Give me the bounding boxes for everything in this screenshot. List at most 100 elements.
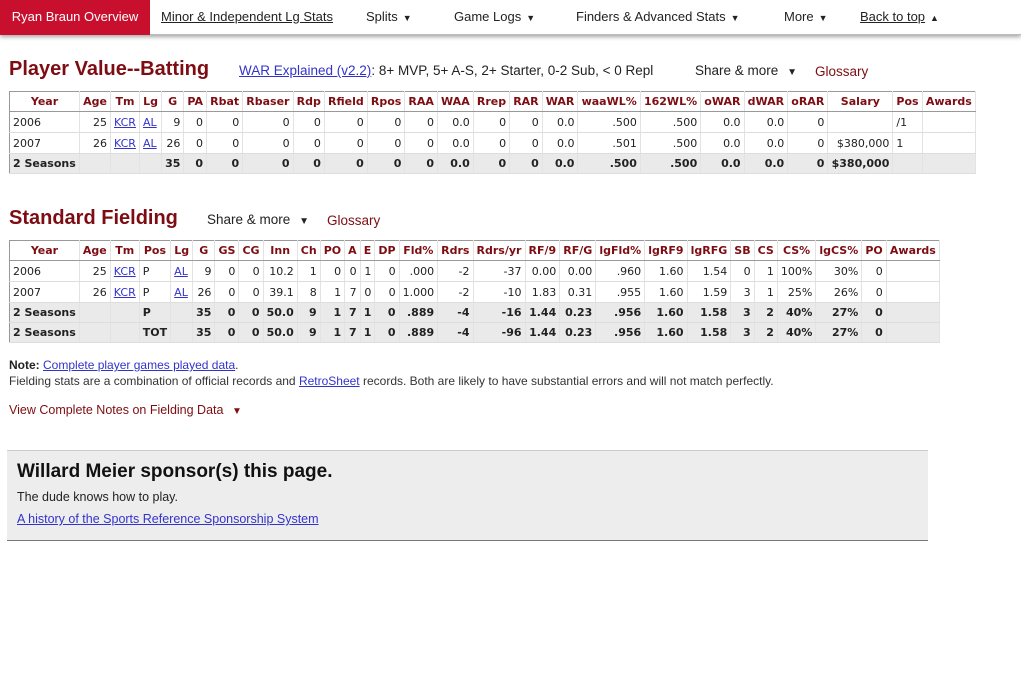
team-league-link[interactable]: KCR: [110, 281, 140, 303]
top-nav: Ryan Braun Overview Minor & Independent …: [0, 0, 1021, 35]
column-header[interactable]: GS: [214, 240, 240, 261]
note-period: .: [235, 358, 239, 372]
table-cell: 1.59: [687, 281, 732, 303]
nav-splits[interactable]: Splits ▼: [366, 0, 412, 35]
column-header[interactable]: Rbat: [206, 91, 244, 112]
column-header[interactable]: Ch: [297, 240, 321, 261]
team-league-link[interactable]: AL: [139, 132, 162, 154]
column-header[interactable]: Tm: [110, 240, 140, 261]
table-cell: 26: [79, 132, 111, 154]
table-cell: -4: [437, 322, 474, 343]
column-header[interactable]: lgFld%: [595, 240, 646, 261]
table-cell: 35: [192, 322, 216, 343]
nav-more[interactable]: More ▼: [784, 0, 828, 35]
batting-section-title: Player Value--Batting: [9, 58, 210, 80]
team-league-link[interactable]: AL: [170, 260, 194, 282]
table-cell: 0: [324, 111, 368, 133]
column-header[interactable]: Pos: [892, 91, 923, 112]
column-header[interactable]: Salary: [827, 91, 894, 112]
column-header[interactable]: 162WL%: [640, 91, 702, 112]
column-header[interactable]: RF/G: [559, 240, 597, 261]
column-header[interactable]: CS%: [777, 240, 817, 261]
column-header[interactable]: lgRF9: [644, 240, 688, 261]
nav-back-to-top[interactable]: Back to top ▲: [860, 0, 939, 35]
column-header[interactable]: dWAR: [744, 91, 789, 112]
nav-minor-league-stats[interactable]: Minor & Independent Lg Stats: [161, 0, 333, 35]
fielding-share-menu[interactable]: Share & more ▼: [207, 212, 309, 227]
column-header[interactable]: DP: [374, 240, 400, 261]
column-header[interactable]: waaWL%: [577, 91, 641, 112]
column-header[interactable]: Rbaser: [242, 91, 294, 112]
column-header[interactable]: Rdrs: [437, 240, 474, 261]
column-header[interactable]: E: [360, 240, 376, 261]
table-cell: 0: [242, 153, 294, 174]
totals-row: 2 Seasons 35 0 0 0 0 0 0 0 0.0 0 0 0.0.500.500 0.0 0.0…: [9, 153, 977, 174]
team-league-link[interactable]: KCR: [110, 132, 141, 154]
team-league-link[interactable]: AL: [139, 111, 162, 133]
batting-glossary-link[interactable]: Glossary: [815, 64, 868, 79]
column-header[interactable]: RF/9: [525, 240, 561, 261]
sponsorship-history-link[interactable]: A history of the Sports Reference Sponso…: [17, 512, 319, 526]
table-cell: 2006: [9, 260, 80, 282]
column-header[interactable]: lgRFG: [687, 240, 732, 261]
chevron-down-icon: ▼: [526, 13, 536, 23]
fielding-glossary-link[interactable]: Glossary: [327, 213, 380, 228]
column-header[interactable]: Year: [9, 240, 80, 261]
table-cell: -2: [437, 281, 474, 303]
column-header[interactable]: Year: [9, 91, 81, 112]
table-cell: [827, 111, 894, 133]
column-header[interactable]: A: [344, 240, 361, 261]
table-cell: 0: [238, 302, 264, 323]
war-explained-link[interactable]: WAR Explained (v2.2): [239, 63, 371, 78]
column-header[interactable]: SB: [730, 240, 755, 261]
column-header[interactable]: RAR: [509, 91, 543, 112]
table-cell: [892, 153, 923, 174]
column-header[interactable]: G: [192, 240, 216, 261]
table-cell: 0: [324, 153, 368, 174]
table-row: 2007 26 KCR AL 26 0 0 0 0 0 0 0 0.0 0 0 0.0.501.500 0.0 0…: [9, 132, 977, 154]
column-header[interactable]: CS: [754, 240, 778, 261]
column-header[interactable]: Rrep: [473, 91, 511, 112]
column-header[interactable]: Age: [79, 91, 111, 112]
view-fielding-notes-toggle[interactable]: View Complete Notes on Fielding Data ▼: [9, 403, 242, 417]
column-header[interactable]: Rdrs/yr: [473, 240, 526, 261]
nav-overview[interactable]: Ryan Braun Overview: [0, 0, 150, 35]
nav-finders[interactable]: Finders & Advanced Stats ▼: [576, 0, 740, 35]
table-cell: 1.60: [644, 322, 688, 343]
column-header[interactable]: Pos: [139, 240, 172, 261]
table-cell: .956: [595, 302, 646, 323]
column-header[interactable]: Fld%: [399, 240, 439, 261]
column-header[interactable]: Awards: [886, 240, 941, 261]
table-cell: 0: [206, 153, 244, 174]
column-header[interactable]: oWAR: [700, 91, 745, 112]
column-header[interactable]: PA: [183, 91, 208, 112]
column-header[interactable]: Tm: [110, 91, 141, 112]
column-header[interactable]: Lg: [170, 240, 194, 261]
column-header[interactable]: Age: [79, 240, 111, 261]
column-header[interactable]: oRAR: [787, 91, 829, 112]
column-header[interactable]: WAR: [542, 91, 579, 112]
column-header[interactable]: PO: [320, 240, 346, 261]
table-cell: 0: [509, 111, 543, 133]
chevron-down-icon: ▼: [730, 13, 740, 23]
column-header[interactable]: CG: [238, 240, 264, 261]
column-header[interactable]: Lg: [139, 91, 162, 112]
nav-game-logs[interactable]: Game Logs ▼: [454, 0, 535, 35]
column-header[interactable]: Rfield: [324, 91, 368, 112]
column-header[interactable]: Rdp: [293, 91, 325, 112]
column-header[interactable]: Rpos: [367, 91, 406, 112]
column-header[interactable]: RAA: [404, 91, 438, 112]
column-header[interactable]: WAA: [437, 91, 474, 112]
team-league-link[interactable]: KCR: [110, 260, 140, 282]
column-header[interactable]: PO: [861, 240, 887, 261]
column-header[interactable]: G: [161, 91, 185, 112]
column-header[interactable]: Inn: [263, 240, 298, 261]
column-header[interactable]: Awards: [922, 91, 977, 112]
table-cell: 0.00: [525, 260, 561, 282]
team-league-link[interactable]: KCR: [110, 111, 141, 133]
column-header[interactable]: lgCS%: [815, 240, 863, 261]
retrosheet-link[interactable]: RetroSheet: [299, 374, 360, 388]
batting-share-menu[interactable]: Share & more ▼: [695, 63, 797, 78]
games-played-link[interactable]: Complete player games played data: [43, 358, 235, 372]
team-league-link[interactable]: AL: [170, 281, 194, 303]
